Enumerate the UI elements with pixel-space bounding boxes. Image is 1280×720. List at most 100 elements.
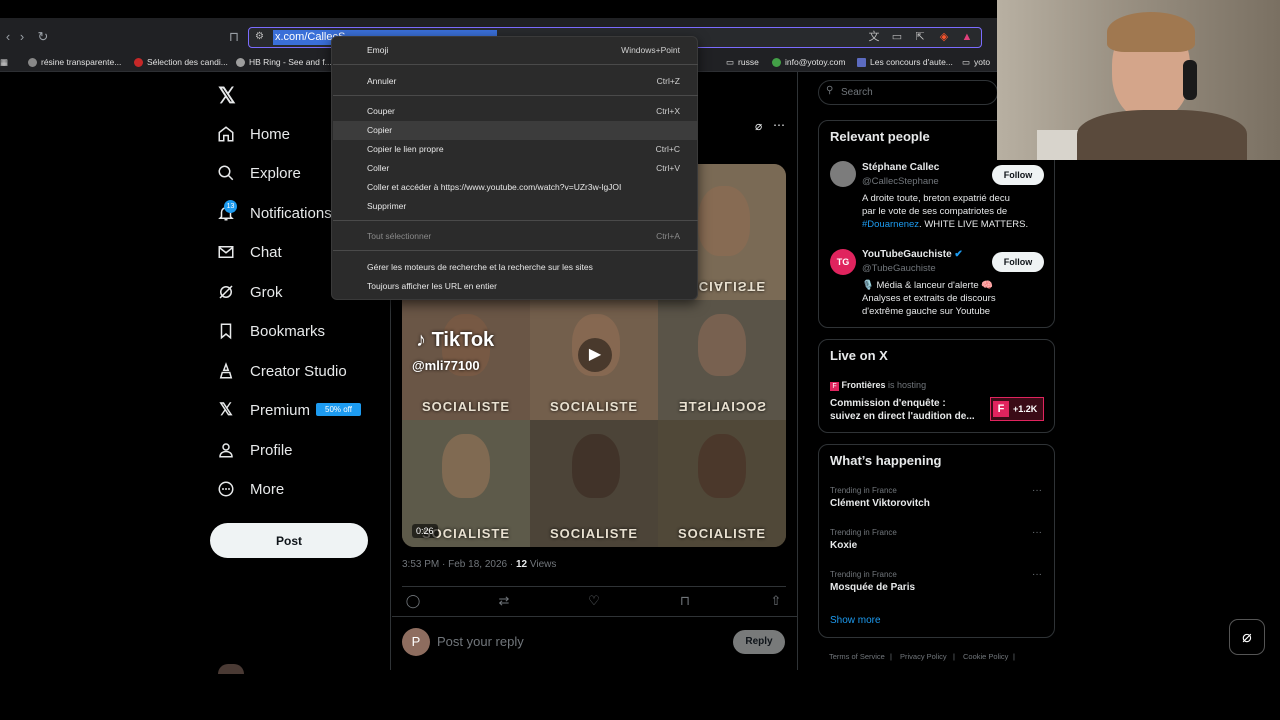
bookmark-favicon (28, 57, 37, 67)
site-info-icon[interactable]: ⚙ (255, 31, 264, 42)
live-title-line: suivez en direct l'audition de... (830, 411, 975, 422)
x-logo-icon[interactable]: 𝕏 (218, 83, 236, 109)
views-label: Views (527, 559, 557, 570)
bookmark-item[interactable]: Les concours d'aute... (857, 55, 953, 69)
share-icon[interactable]: ⇱ (913, 30, 927, 44)
reply-button[interactable]: Reply (733, 630, 785, 654)
menu-item-always-show-full-urls[interactable]: Toujours afficher les URL en entier (333, 277, 698, 296)
footer-link-terms[interactable]: Terms of Service (829, 652, 885, 661)
nav-item-chat[interactable]: Chat (216, 237, 282, 267)
grok-explain-icon[interactable]: ⌀ (755, 119, 762, 133)
notification-badge: 13 (224, 200, 237, 213)
footer-link-privacy[interactable]: Privacy Policy (900, 652, 947, 661)
bookmark-item[interactable]: ▭ yoto (962, 55, 990, 69)
nav-item-grok[interactable]: Grok (216, 277, 283, 307)
play-icon[interactable]: ▶ (578, 338, 612, 372)
nav-item-bookmarks[interactable]: Bookmarks (216, 316, 325, 346)
nav-item-home[interactable]: Home (216, 119, 290, 149)
follow-button[interactable]: Follow (992, 252, 1044, 272)
bookmark-icon[interactable]: ⊓ (677, 593, 693, 609)
apps-icon[interactable]: ▦ (0, 55, 8, 69)
menu-item-label: Gérer les moteurs de recherche et la rec… (367, 262, 593, 272)
account-avatar[interactable] (218, 664, 244, 674)
more-options-icon[interactable]: ··· (1032, 485, 1042, 496)
tweet-time[interactable]: 3:53 PM · Feb 18, 2026 · (402, 559, 516, 570)
more-options-icon[interactable]: ⋯ (773, 118, 785, 132)
reply-input[interactable]: Post your reply (437, 634, 524, 649)
bookmark-page-icon[interactable]: ⊓ (226, 29, 242, 45)
nav-label: Explore (250, 164, 301, 182)
share-icon[interactable]: ⇧ (768, 593, 784, 609)
menu-item-undo[interactable]: Annuler Ctrl+Z (333, 72, 698, 91)
menu-item-cut[interactable]: Couper Ctrl+X (333, 102, 698, 121)
nav-item-premium[interactable]: 𝕏 Premium (216, 395, 310, 425)
reload-icon[interactable]: ↻ (35, 29, 51, 45)
like-icon[interactable]: ♡ (586, 593, 602, 609)
menu-item-select-all[interactable]: Tout sélectionner Ctrl+A (333, 227, 698, 246)
person-handle[interactable]: @CallecStephane (862, 176, 939, 187)
menu-item-paste-and-go[interactable]: Coller et accéder à https://www.youtube.… (333, 178, 698, 197)
menu-item-label: Copier le lien propre (367, 144, 444, 154)
home-icon (216, 124, 236, 144)
avatar[interactable]: TG (830, 249, 856, 275)
nav-item-creator-studio[interactable]: Creator Studio (216, 356, 347, 386)
forward-icon[interactable]: › (14, 29, 30, 45)
nav-item-explore[interactable]: Explore (216, 158, 301, 188)
bio-hashtag[interactable]: #Douarnenez (862, 219, 919, 230)
bio-text: d'extrême gauche sur Youtube (862, 306, 991, 317)
tiktok-icon: ♪ (416, 329, 426, 351)
trend-name[interactable]: Mosquée de Paris (830, 582, 915, 593)
nav-item-profile[interactable]: Profile (216, 435, 293, 465)
trend-name[interactable]: Koxie (830, 540, 857, 551)
bookmark-label: info@yotoy.com (785, 57, 846, 67)
bookmark-label: Sélection des candi... (147, 57, 228, 67)
video-caption: SOCIALISTE (677, 399, 766, 414)
post-button[interactable]: Post (210, 523, 368, 558)
avatar[interactable] (830, 161, 856, 187)
person-handle[interactable]: @TubeGauchiste (862, 263, 936, 274)
bookmark-item[interactable]: HB Ring - See and f... (236, 55, 332, 69)
bookmark-item[interactable]: ▭ russe (726, 55, 759, 69)
brave-shield-icon[interactable]: ◈ (937, 30, 951, 44)
bookmark-label: Les concours d'aute... (870, 57, 953, 67)
brave-rewards-icon[interactable]: ▲ (960, 30, 974, 44)
host-status: is hosting (888, 380, 927, 390)
host-logo-icon: F (993, 401, 1009, 417)
follow-button[interactable]: Follow (992, 165, 1044, 185)
menu-item-label: Coller (367, 163, 390, 173)
x-icon: 𝕏 (219, 400, 233, 419)
live-title[interactable]: Commission d'enquête : suivez en direct l… (830, 397, 975, 423)
bookmark-favicon (857, 57, 866, 67)
menu-item-emoji[interactable]: Emoji Windows+Point (333, 41, 698, 60)
menu-item-copy[interactable]: Copier (333, 121, 698, 140)
menu-shortcut: Ctrl+V (656, 163, 680, 173)
search-input[interactable]: Search (818, 80, 998, 105)
trend-name[interactable]: Clément Viktorovitch (830, 498, 930, 509)
bookmark-item[interactable]: résine transparente... (28, 55, 121, 69)
bookmark-item[interactable]: Sélection des candi... (134, 55, 228, 69)
menu-item-delete[interactable]: Supprimer (333, 197, 698, 216)
footer-link-cookie[interactable]: Cookie Policy (963, 652, 1008, 661)
menu-item-paste[interactable]: Coller Ctrl+V (333, 159, 698, 178)
nav-label: Grok (250, 283, 283, 301)
cast-icon[interactable]: ▭ (890, 30, 904, 44)
more-options-icon[interactable]: ··· (1032, 569, 1042, 580)
retweet-icon[interactable]: ⇄ (496, 593, 512, 609)
nav-item-more[interactable]: More (216, 474, 284, 504)
grok-floating-button[interactable]: ⌀ (1229, 619, 1265, 655)
show-more-link[interactable]: Show more (830, 615, 881, 626)
reply-icon[interactable]: ◯ (405, 593, 421, 609)
menu-item-manage-search-engines[interactable]: Gérer les moteurs de recherche et la rec… (333, 258, 698, 277)
menu-item-copy-clean-link[interactable]: Copier le lien propre Ctrl+C (333, 140, 698, 159)
menu-separator (333, 64, 698, 65)
live-host[interactable]: F Frontières is hosting (830, 380, 926, 391)
translate-icon[interactable]: 文 (867, 30, 881, 44)
person-name[interactable]: YouTubeGauchiste ✔ (862, 249, 963, 260)
more-options-icon[interactable]: ··· (1032, 527, 1042, 538)
bookmark-item[interactable]: info@yotoy.com (772, 55, 845, 69)
bookmark-icon (216, 321, 236, 341)
nav-label: Chat (250, 243, 282, 261)
bookmark-label: résine transparente... (41, 57, 122, 67)
portrait-face (698, 186, 750, 256)
person-name[interactable]: Stéphane Callec (862, 162, 939, 173)
